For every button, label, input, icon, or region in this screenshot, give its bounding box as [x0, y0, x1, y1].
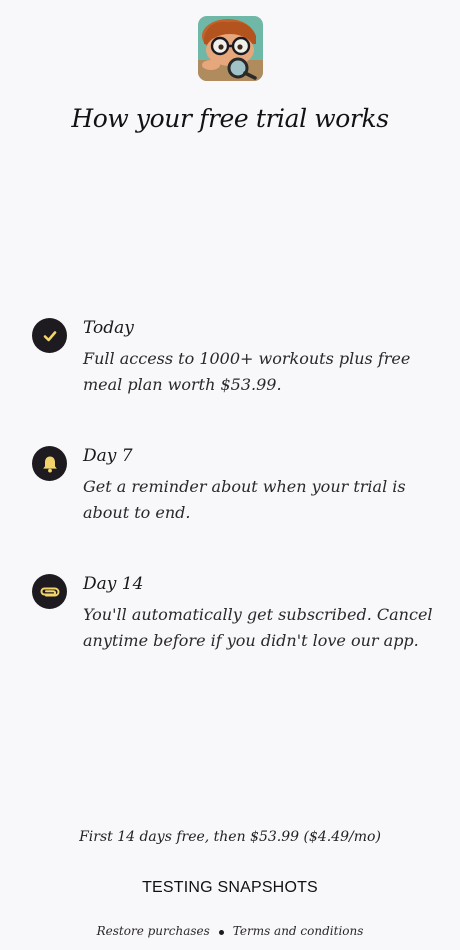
- step-description: Get a reminder about when your trial is …: [83, 477, 406, 522]
- separator-dot: [218, 930, 224, 935]
- step-badge: [32, 574, 67, 609]
- pricing-info: First 14 days free, then $53.99 ($4.49/m…: [79, 829, 381, 845]
- page-title: How your free trial works: [71, 104, 389, 133]
- app-logo: [198, 16, 263, 81]
- checkmark-icon: [43, 330, 56, 341]
- terms-and-conditions-link[interactable]: Terms and conditions: [233, 924, 364, 938]
- step-title: Today: [83, 318, 134, 338]
- step-title: Day 14: [83, 574, 144, 594]
- footer-links: Restore purchases Terms and conditions: [0, 924, 460, 938]
- step-badge: [32, 446, 67, 481]
- restore-purchases-link[interactable]: Restore purchases: [97, 924, 210, 938]
- bell-icon: [42, 456, 57, 472]
- app-logo-illustration: [198, 16, 263, 81]
- step-title: Day 7: [83, 446, 133, 466]
- step-description: You'll automatically get subscribed. Can…: [83, 605, 433, 650]
- paperclip-icon: [40, 587, 59, 596]
- step-badge: [32, 318, 67, 353]
- start-trial-button[interactable]: TESTING SNAPSHOTS: [60, 872, 400, 904]
- step-description: Full access to 1000+ workouts plus free …: [83, 349, 411, 394]
